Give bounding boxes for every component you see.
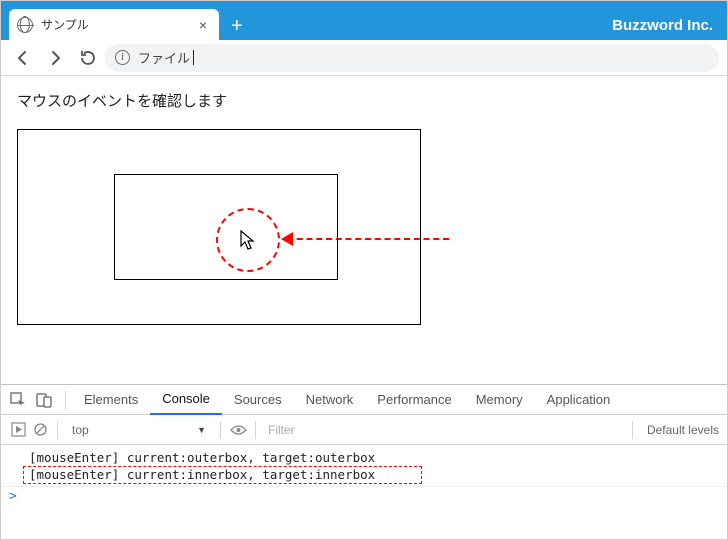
globe-icon (17, 17, 33, 33)
console-filterbar: top ▼ Filter Default levels (1, 415, 727, 445)
new-tab-button[interactable]: + (231, 16, 243, 36)
browser-toolbar: i ファイル (1, 40, 727, 76)
page-content: マウスのイベントを確認します (1, 76, 727, 325)
device-toggle-icon[interactable] (33, 389, 55, 411)
devtools-panel: Elements Console Sources Network Perform… (1, 384, 727, 539)
highlight-box (23, 466, 422, 484)
tab-elements[interactable]: Elements (72, 385, 150, 415)
devtools-tabbar: Elements Console Sources Network Perform… (1, 385, 727, 415)
divider (57, 421, 58, 439)
tab-memory[interactable]: Memory (464, 385, 535, 415)
tab-sources[interactable]: Sources (222, 385, 294, 415)
address-text: ファイル (138, 48, 190, 67)
console-log-line: [mouseEnter] current:outerbox, target:ou… (1, 449, 727, 466)
tab-application[interactable]: Application (535, 385, 623, 415)
tab-console[interactable]: Console (150, 385, 222, 415)
close-tab-icon[interactable]: × (195, 17, 211, 33)
divider (220, 421, 221, 439)
context-selector[interactable]: top ▼ (64, 423, 214, 437)
console-output: [mouseEnter] current:outerbox, target:ou… (1, 445, 727, 506)
tab-network[interactable]: Network (294, 385, 366, 415)
back-button[interactable] (9, 44, 37, 72)
info-icon: i (115, 50, 130, 65)
brand-label: Buzzword Inc. (612, 17, 727, 40)
inspect-icon[interactable] (7, 389, 29, 411)
tab-performance[interactable]: Performance (365, 385, 463, 415)
log-levels-selector[interactable]: Default levels (639, 423, 727, 437)
pointer-arrow-line (287, 238, 449, 240)
filter-input[interactable]: Filter (262, 423, 626, 437)
reload-button[interactable] (73, 44, 101, 72)
clear-console-icon[interactable] (29, 419, 51, 441)
browser-tab[interactable]: サンプル × (9, 9, 219, 40)
live-expression-icon[interactable] (227, 419, 249, 441)
address-bar[interactable]: i ファイル (105, 44, 719, 72)
browser-titlebar: サンプル × + Buzzword Inc. (1, 1, 727, 40)
forward-button[interactable] (41, 44, 69, 72)
text-caret (193, 50, 194, 65)
page-heading: マウスのイベントを確認します (17, 90, 713, 111)
divider (65, 391, 66, 409)
divider (632, 421, 633, 439)
cursor-icon (240, 230, 256, 257)
chevron-down-icon: ▼ (197, 425, 206, 435)
console-prompt[interactable]: > (1, 486, 727, 504)
pointer-arrow-head (281, 232, 293, 246)
execute-icon[interactable] (7, 419, 29, 441)
tab-title: サンプル (41, 16, 195, 33)
divider (255, 421, 256, 439)
outer-box[interactable] (17, 129, 421, 325)
